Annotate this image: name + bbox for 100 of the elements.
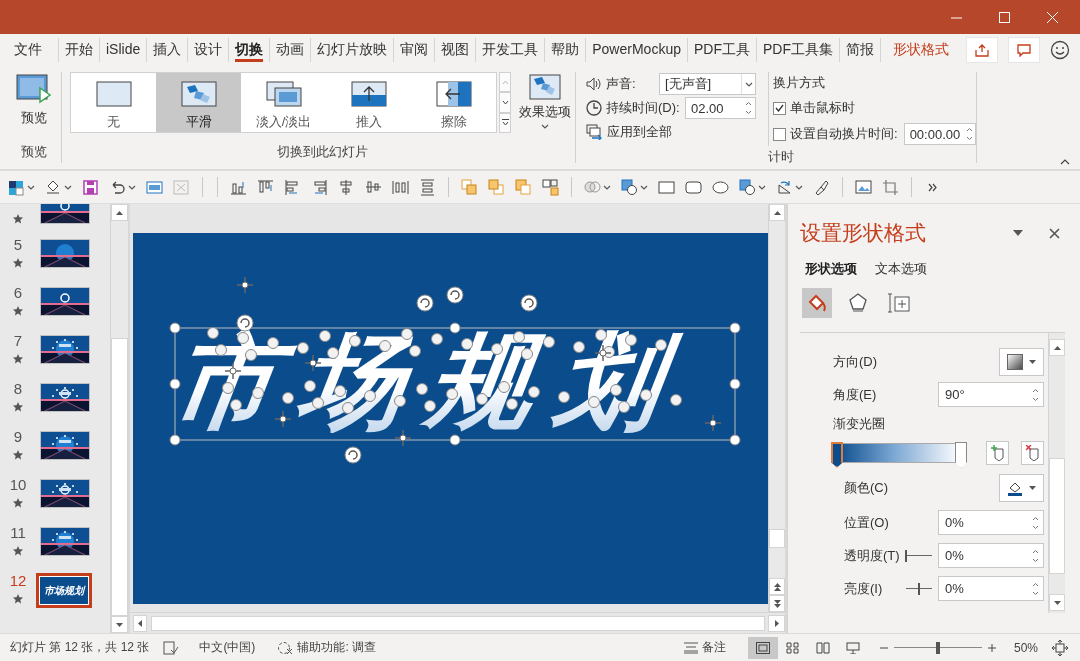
- icon-tab[interactable]: [802, 288, 832, 318]
- add-stop-button[interactable]: [986, 440, 1009, 465]
- ribbon-tab[interactable]: 审阅: [393, 38, 435, 62]
- star-icon[interactable]: [13, 306, 23, 316]
- ribbon-tab[interactable]: PDF工具集: [755, 38, 839, 62]
- ribbon-tab[interactable]: iSlide: [99, 38, 147, 62]
- ellipse-icon[interactable]: [712, 178, 729, 196]
- ribbon-tab[interactable]: 帮助: [544, 38, 586, 62]
- distribute-vertical-icon[interactable]: [419, 178, 436, 196]
- zoom-level[interactable]: 50%: [1013, 640, 1038, 655]
- smiley-icon[interactable]: [1050, 40, 1070, 60]
- duration-field[interactable]: 02.00: [685, 97, 756, 119]
- position-field[interactable]: 0%: [938, 510, 1044, 535]
- save-icon[interactable]: [82, 178, 99, 196]
- transition-option[interactable]: 无: [71, 73, 156, 132]
- scrollbar-thumb[interactable]: [151, 615, 765, 631]
- edit-shape-icon[interactable]: [621, 178, 638, 196]
- star-icon[interactable]: [13, 450, 23, 460]
- share-button[interactable]: [966, 37, 998, 63]
- window-icon[interactable]: [146, 178, 163, 196]
- picture-icon[interactable]: [855, 178, 872, 196]
- transition-option[interactable]: 擦除: [411, 73, 496, 132]
- gallery-more-button[interactable]: [499, 112, 511, 133]
- ribbon-tab[interactable]: 简报: [838, 38, 880, 62]
- ribbon-tab[interactable]: 插入: [146, 38, 188, 62]
- align-center-icon[interactable]: [338, 178, 355, 196]
- scrollbar-thumb[interactable]: [1049, 458, 1065, 574]
- previous-slide-button[interactable]: [769, 578, 785, 595]
- format-painter-icon[interactable]: [813, 178, 830, 196]
- rounded-rectangle-icon[interactable]: [685, 178, 702, 196]
- star-icon[interactable]: [13, 498, 23, 508]
- spin-icon[interactable]: [1032, 548, 1039, 563]
- close-icon[interactable]: [1049, 227, 1060, 239]
- align-top-icon[interactable]: [257, 178, 274, 196]
- scrollbar-thumb[interactable]: [769, 529, 785, 548]
- transition-option[interactable]: 平滑: [156, 73, 241, 132]
- align-left-icon[interactable]: [284, 178, 301, 196]
- pane-tab[interactable]: 形状选项: [805, 260, 857, 278]
- spin-icon[interactable]: [1032, 515, 1039, 530]
- slide-thumbnail[interactable]: [40, 335, 90, 364]
- ribbon-tab[interactable]: 动画: [269, 38, 311, 62]
- transition-option[interactable]: 推入: [326, 73, 411, 132]
- rotate-icon[interactable]: [776, 178, 793, 196]
- checkbox[interactable]: [773, 127, 786, 141]
- slide-thumbnail[interactable]: [40, 287, 90, 316]
- group-icon[interactable]: [542, 178, 559, 196]
- scroll-left-button[interactable]: [133, 614, 147, 632]
- star-icon[interactable]: [13, 258, 23, 268]
- crop-icon[interactable]: [882, 178, 899, 196]
- direction-dropdown[interactable]: [999, 347, 1044, 376]
- spin-icon[interactable]: [744, 101, 752, 115]
- ribbon-tab[interactable]: PDF工具: [686, 38, 756, 62]
- star-icon[interactable]: [13, 546, 23, 556]
- align-middle-icon[interactable]: [365, 178, 382, 196]
- ribbon-tab[interactable]: 幻灯片放映: [310, 38, 394, 62]
- scroll-up-button[interactable]: [111, 204, 128, 221]
- gradient-stop[interactable]: [831, 441, 843, 468]
- effect-options-button[interactable]: 效果选项: [515, 72, 575, 133]
- star-icon[interactable]: [13, 214, 23, 224]
- brightness-field[interactable]: 0%: [938, 576, 1044, 601]
- star-icon[interactable]: [13, 354, 23, 364]
- slide-thumbnail[interactable]: [40, 431, 90, 460]
- align-right-icon[interactable]: [311, 178, 328, 196]
- accessibility-status[interactable]: 辅助功能: 调查: [277, 639, 377, 656]
- language-status[interactable]: 中文(中国): [199, 639, 256, 656]
- spin-icon[interactable]: [1032, 581, 1039, 596]
- sound-dropdown[interactable]: [无声音]: [659, 73, 756, 95]
- ribbon-tab[interactable]: 开始: [58, 38, 99, 62]
- spin-icon[interactable]: [966, 127, 974, 141]
- scroll-up-button[interactable]: [1049, 339, 1065, 356]
- star-icon[interactable]: [13, 402, 23, 412]
- ribbon-tab[interactable]: 开发工具: [475, 38, 545, 62]
- slide-thumbnail[interactable]: [40, 479, 90, 508]
- rectangle-icon[interactable]: [658, 178, 675, 196]
- scroll-down-button[interactable]: [1049, 594, 1065, 611]
- spin-icon[interactable]: [1032, 387, 1039, 402]
- transition-option[interactable]: 淡入/淡出: [241, 73, 326, 132]
- zoom-in-icon[interactable]: [987, 643, 996, 652]
- pane-menu-icon[interactable]: [1013, 230, 1023, 236]
- remove-stop-button[interactable]: [1021, 440, 1044, 465]
- fit-slide-icon[interactable]: [1052, 639, 1068, 656]
- preview-button[interactable]: 预览: [6, 72, 61, 129]
- distribute-horizontal-icon[interactable]: [392, 178, 409, 196]
- comment-button[interactable]: [1008, 37, 1040, 63]
- scroll-down-button[interactable]: [111, 616, 128, 633]
- pane-tab[interactable]: 文本选项: [875, 260, 927, 278]
- slide-thumbnail[interactable]: [40, 383, 90, 412]
- ribbon-tab[interactable]: 视图: [434, 38, 476, 62]
- slider-thumb[interactable]: [935, 641, 940, 654]
- ribbon-tab[interactable]: PowerMockup: [585, 38, 687, 62]
- shape-fill-icon[interactable]: [45, 178, 62, 196]
- collapse-ribbon-icon[interactable]: [1060, 159, 1070, 165]
- scroll-right-button[interactable]: [768, 614, 785, 632]
- transparency-field[interactable]: 0%: [938, 543, 1044, 568]
- next-slide-button[interactable]: [769, 595, 785, 612]
- auto-advance-field[interactable]: 00:00.00: [903, 123, 976, 145]
- ribbon-tab[interactable]: 文件: [8, 38, 48, 62]
- maximize-icon[interactable]: [998, 11, 1010, 23]
- checkbox[interactable]: [773, 101, 786, 115]
- spell-check-icon[interactable]: [163, 640, 180, 655]
